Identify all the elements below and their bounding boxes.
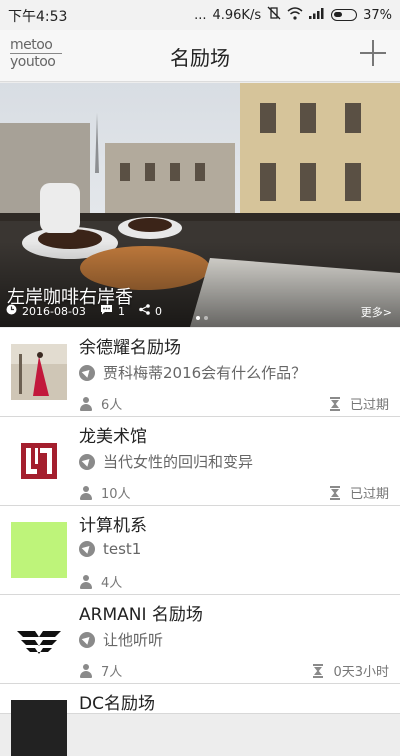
item-members: 10人 xyxy=(79,483,131,502)
item-name: 计算机系 xyxy=(79,516,147,536)
item-topic-text: 贾科梅蒂2016会有什么作品？ xyxy=(103,364,307,382)
item-members-text: 4人 xyxy=(101,576,123,591)
vibrate-icon xyxy=(267,6,281,24)
hourglass-icon xyxy=(313,663,324,678)
navigation-icon xyxy=(79,453,95,470)
item-name: DC名励场 xyxy=(79,694,155,714)
item-status-text: 已过期 xyxy=(349,398,389,413)
banner-shares[interactable]: 0 xyxy=(139,304,162,318)
banner-shares-count: 0 xyxy=(154,304,162,318)
network-speed: 4.96K/s xyxy=(212,7,262,23)
banner-meta: 2016-08-03 1 0 xyxy=(6,304,176,318)
banner-date: 2016-08-03 xyxy=(6,304,86,318)
item-thumbnail xyxy=(11,433,67,489)
hourglass-icon xyxy=(329,485,340,500)
item-status: 已过期 xyxy=(329,394,389,413)
person-icon xyxy=(79,663,93,678)
banner-carousel[interactable]: 左岸咖啡右岸香 xyxy=(0,83,400,327)
item-members-text: 10人 xyxy=(101,487,131,502)
add-button[interactable] xyxy=(360,40,386,66)
navigation-icon xyxy=(79,364,95,381)
clock-icon xyxy=(6,304,17,318)
item-topic: test1 xyxy=(79,540,141,558)
status-dots: ... xyxy=(194,7,207,23)
list-item[interactable]: 余德耀名励场 贾科梅蒂2016会有什么作品？ 6人 已过期 xyxy=(0,328,400,417)
list-item[interactable]: 龙美术馆 当代女性的回归和变异 10人 已过期 xyxy=(0,417,400,506)
venue-list: 余德耀名励场 贾科梅蒂2016会有什么作品？ 6人 已过期 龙美术馆 当代女性的… xyxy=(0,328,400,756)
banner-date-text: 2016-08-03 xyxy=(22,304,86,318)
carousel-dots xyxy=(196,316,208,320)
battery-icon xyxy=(331,9,358,21)
item-topic: 当代女性的回归和变异 xyxy=(79,451,253,472)
status-right: ... 4.96K/s 37% xyxy=(194,6,392,24)
item-status: 0天3小时 xyxy=(313,661,389,680)
status-time: 下午4:53 xyxy=(8,9,68,25)
hourglass-icon xyxy=(329,396,340,411)
list-item[interactable]: 计算机系 test1 4人 xyxy=(0,506,400,595)
item-topic: 让他听听 xyxy=(79,629,163,650)
person-icon xyxy=(79,574,93,589)
item-members-text: 7人 xyxy=(101,665,123,680)
item-topic-text: 让他听听 xyxy=(103,631,164,649)
item-topic-text: test1 xyxy=(103,540,142,558)
share-icon xyxy=(139,304,150,318)
item-name: ARMANI 名励场 xyxy=(79,605,203,625)
banner-comments[interactable]: 1 xyxy=(100,304,125,318)
list-item[interactable]: DC名励场 xyxy=(0,684,400,756)
item-topic-text: 当代女性的回归和变异 xyxy=(103,453,254,471)
wifi-icon xyxy=(287,6,303,24)
item-members-text: 6人 xyxy=(101,398,123,413)
item-status-text: 已过期 xyxy=(349,487,389,502)
person-icon xyxy=(79,396,93,411)
person-icon xyxy=(79,485,93,500)
battery-percent: 37% xyxy=(363,7,392,23)
item-thumbnail xyxy=(11,522,67,578)
item-status: 已过期 xyxy=(329,483,389,502)
item-members: 4人 xyxy=(79,572,122,591)
app-header: metoo youtoo 名励场 xyxy=(0,30,400,82)
banner-comments-count: 1 xyxy=(117,304,125,318)
item-thumbnail xyxy=(11,611,67,667)
carousel-dot[interactable] xyxy=(196,316,200,320)
item-members: 7人 xyxy=(79,661,122,680)
status-bar: 下午4:53 ... 4.96K/s 37% xyxy=(0,0,400,30)
signal-icon xyxy=(309,7,325,23)
page-title: 名励场 xyxy=(170,46,230,70)
navigation-icon xyxy=(79,541,95,557)
item-thumbnail xyxy=(11,344,67,400)
item-name: 龙美术馆 xyxy=(79,427,147,447)
carousel-dot[interactable] xyxy=(204,316,208,320)
comment-icon xyxy=(100,304,113,318)
more-link[interactable]: 更多> xyxy=(361,304,392,320)
item-topic: 贾科梅蒂2016会有什么作品？ xyxy=(79,362,306,383)
item-thumbnail xyxy=(11,700,67,756)
list-item[interactable]: ARMANI 名励场 让他听听 7人 0天3小时 xyxy=(0,595,400,684)
item-status-text: 0天3小时 xyxy=(333,665,389,680)
navigation-icon xyxy=(79,631,95,648)
item-members: 6人 xyxy=(79,394,122,413)
item-name: 余德耀名励场 xyxy=(79,338,181,358)
